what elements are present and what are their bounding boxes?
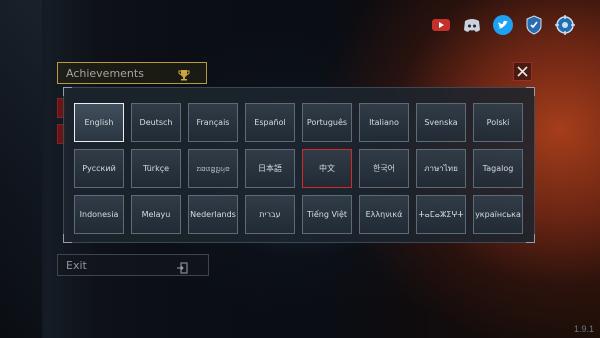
language-button[interactable]: ⵜⴰⵎⴰⵣⵉⵖⵜ bbox=[416, 195, 466, 234]
language-button[interactable]: Tagalog bbox=[473, 149, 523, 188]
version-label: 1.9.1 bbox=[573, 324, 594, 334]
language-button[interactable]: Deutsch bbox=[131, 103, 181, 142]
exit-label: Exit bbox=[66, 259, 87, 272]
left-edge-panel bbox=[0, 0, 42, 338]
language-button[interactable]: Español bbox=[245, 103, 295, 142]
settings-badge-icon[interactable] bbox=[554, 14, 576, 36]
language-button[interactable]: Indonesia bbox=[74, 195, 124, 234]
language-button[interactable]: 한국어 bbox=[359, 149, 409, 188]
language-button[interactable]: Melayu bbox=[131, 195, 181, 234]
discord-icon[interactable] bbox=[461, 14, 483, 36]
exit-door-icon bbox=[176, 260, 188, 274]
youtube-icon[interactable] bbox=[430, 14, 452, 36]
panel-corner bbox=[526, 87, 535, 96]
language-button[interactable]: Ελληνικά bbox=[359, 195, 409, 234]
language-button[interactable]: Polski bbox=[473, 103, 523, 142]
shield-icon[interactable] bbox=[523, 14, 545, 36]
language-button[interactable]: Tiếng Việt bbox=[302, 195, 352, 234]
language-button[interactable]: ภาษาไทย bbox=[416, 149, 466, 188]
language-button[interactable]: עברית bbox=[245, 195, 295, 234]
close-icon bbox=[517, 66, 528, 77]
language-button[interactable]: 日本語 bbox=[245, 149, 295, 188]
close-button[interactable] bbox=[513, 62, 532, 81]
language-button[interactable]: Türkçe bbox=[131, 149, 181, 188]
language-button[interactable]: Nederlands bbox=[188, 195, 238, 234]
language-button[interactable]: українська bbox=[473, 195, 523, 234]
language-button[interactable]: Svenska bbox=[416, 103, 466, 142]
twitter-icon[interactable] bbox=[492, 14, 514, 36]
language-selection-panel: English Deutsch Français Español Portugu… bbox=[63, 87, 535, 243]
trophy-icon bbox=[178, 67, 190, 81]
panel-corner bbox=[63, 87, 72, 96]
achievements-label: Achievements bbox=[66, 67, 144, 80]
language-button[interactable]: ꤊꤢꤛꤢ꤭ꤜꤟꤤ bbox=[188, 149, 238, 188]
language-button[interactable]: 中文 bbox=[302, 149, 352, 188]
language-grid: English Deutsch Français Español Portugu… bbox=[74, 103, 523, 234]
language-button[interactable]: Italiano bbox=[359, 103, 409, 142]
language-button[interactable]: English bbox=[74, 103, 124, 142]
achievements-button[interactable]: Achievements bbox=[57, 62, 207, 84]
language-button[interactable]: Français bbox=[188, 103, 238, 142]
language-button[interactable]: Português bbox=[302, 103, 352, 142]
panel-corner bbox=[526, 234, 535, 243]
exit-button[interactable]: Exit bbox=[57, 254, 209, 276]
panel-corner bbox=[63, 234, 72, 243]
language-button[interactable]: Русский bbox=[74, 149, 124, 188]
